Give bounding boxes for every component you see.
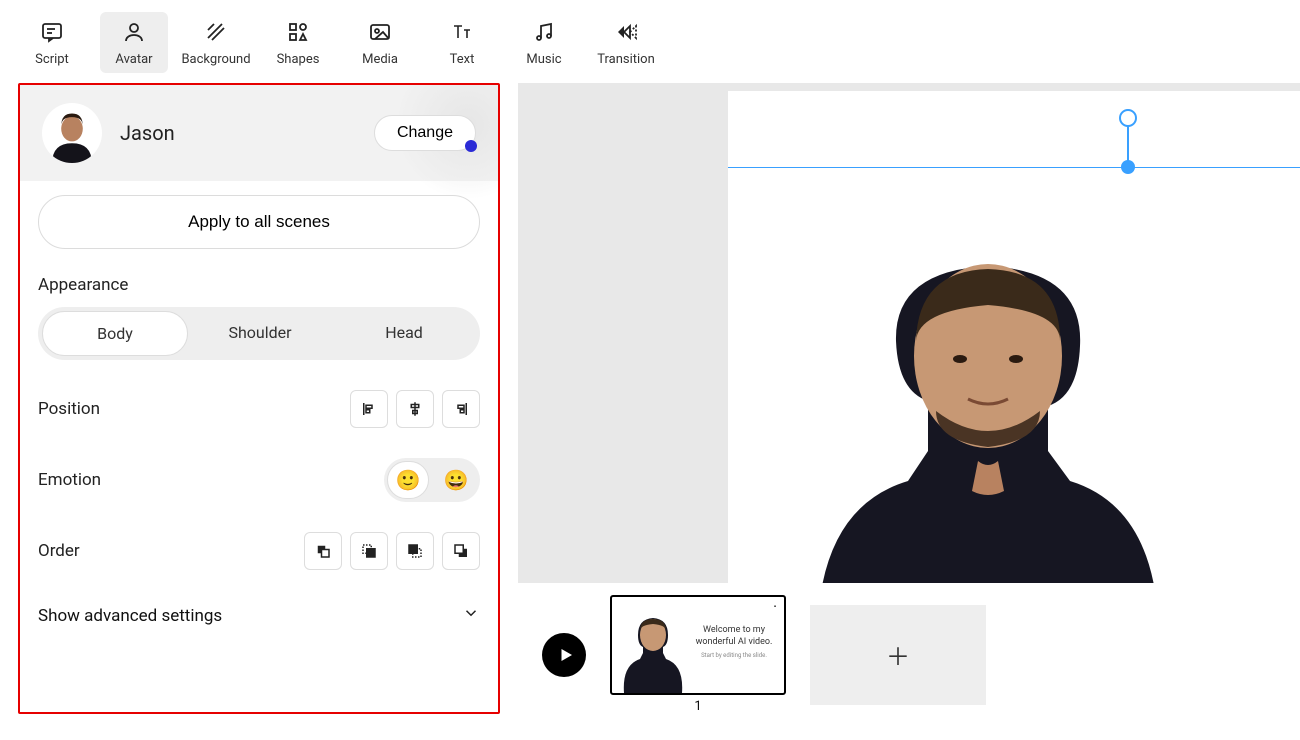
align-center-icon bbox=[406, 400, 424, 418]
shapes-icon bbox=[286, 20, 310, 44]
bring-forward-icon bbox=[360, 542, 378, 560]
appearance-label: Appearance bbox=[38, 275, 480, 295]
script-icon bbox=[40, 20, 64, 44]
appearance-head[interactable]: Head bbox=[332, 311, 476, 356]
chevron-down-icon bbox=[462, 604, 480, 627]
tool-avatar[interactable]: Avatar bbox=[100, 12, 168, 73]
text-icon bbox=[450, 20, 474, 44]
tool-script[interactable]: Script bbox=[18, 12, 86, 73]
bring-to-front-button[interactable] bbox=[304, 532, 342, 570]
change-avatar-button[interactable]: Change bbox=[374, 115, 476, 151]
avatar-settings-panel: Jason Change Apply to all scenes Appeara… bbox=[18, 83, 500, 714]
thumb-avatar-icon bbox=[618, 613, 688, 693]
avatar-on-canvas[interactable] bbox=[778, 241, 1198, 583]
bring-to-front-icon bbox=[314, 542, 332, 560]
send-backward-button[interactable] bbox=[396, 532, 434, 570]
appearance-body[interactable]: Body bbox=[42, 311, 188, 356]
tool-shapes[interactable]: Shapes bbox=[264, 12, 332, 73]
notification-dot bbox=[465, 140, 477, 152]
transition-icon bbox=[614, 20, 638, 44]
appearance-shoulder[interactable]: Shoulder bbox=[188, 311, 332, 356]
apply-all-scenes-button[interactable]: Apply to all scenes bbox=[38, 195, 480, 249]
music-icon bbox=[532, 20, 556, 44]
align-left-icon bbox=[360, 400, 378, 418]
slide[interactable]: Welcom wonderf Start by editing th bbox=[728, 91, 1300, 583]
plus-icon: ＋ bbox=[886, 637, 910, 672]
top-toolbar: Script Avatar Background Shapes Media Te… bbox=[0, 0, 1300, 73]
align-left-button[interactable] bbox=[350, 390, 388, 428]
avatar-name: Jason bbox=[120, 121, 175, 145]
panel-header: Jason Change bbox=[20, 85, 498, 181]
scene-thumbnail-1[interactable]: ▪ Welcome to my wonderful AI video. Star… bbox=[610, 595, 786, 695]
appearance-segmented: Body Shoulder Head bbox=[38, 307, 480, 360]
emotion-neutral[interactable]: 🙂 bbox=[387, 461, 429, 499]
play-icon bbox=[557, 646, 575, 664]
emotion-label: Emotion bbox=[38, 470, 101, 490]
avatar-thumbnail[interactable] bbox=[42, 103, 102, 163]
add-scene-button[interactable]: ＋ bbox=[810, 605, 986, 705]
tool-music[interactable]: Music bbox=[510, 12, 578, 73]
tool-text[interactable]: Text bbox=[428, 12, 496, 73]
tool-transition[interactable]: Transition bbox=[592, 12, 660, 73]
play-button[interactable] bbox=[542, 633, 586, 677]
rotate-handle[interactable] bbox=[1119, 109, 1137, 127]
order-label: Order bbox=[38, 541, 80, 561]
tool-background[interactable]: Background bbox=[182, 12, 250, 73]
canvas[interactable]: Welcom wonderf Start by editing th bbox=[518, 83, 1300, 583]
align-center-button[interactable] bbox=[396, 390, 434, 428]
emotion-happy[interactable]: 😀 bbox=[435, 461, 477, 499]
send-to-back-icon bbox=[452, 542, 470, 560]
timeline: ▪ Welcome to my wonderful AI video. Star… bbox=[518, 583, 1300, 714]
align-right-icon bbox=[452, 400, 470, 418]
avatar-head-icon bbox=[45, 109, 99, 163]
send-to-back-button[interactable] bbox=[442, 532, 480, 570]
tool-media[interactable]: Media bbox=[346, 12, 414, 73]
bring-forward-button[interactable] bbox=[350, 532, 388, 570]
background-icon bbox=[204, 20, 228, 44]
position-label: Position bbox=[38, 399, 100, 419]
selection-guide-line bbox=[728, 167, 1300, 168]
send-backward-icon bbox=[406, 542, 424, 560]
align-right-button[interactable] bbox=[442, 390, 480, 428]
show-advanced-settings[interactable]: Show advanced settings bbox=[38, 600, 480, 637]
scene-number: 1 bbox=[694, 699, 701, 714]
media-icon bbox=[368, 20, 392, 44]
selection-anchor[interactable] bbox=[1121, 160, 1135, 174]
avatar-icon bbox=[122, 20, 146, 44]
emotion-toggle: 🙂 😀 bbox=[384, 458, 480, 502]
